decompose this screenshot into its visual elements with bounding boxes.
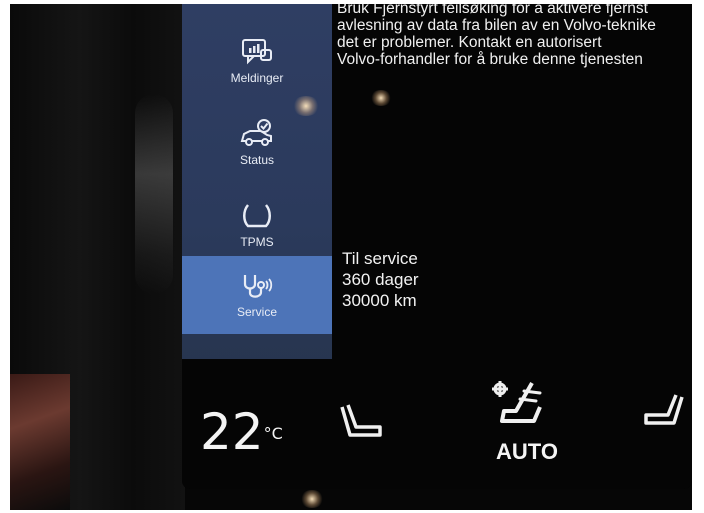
sidebar-item-label: TPMS (240, 235, 274, 249)
temperature-display[interactable]: 22°C (200, 407, 283, 457)
sidebar: Meldinger Status TPMS Service (182, 4, 332, 366)
service-distance: 30000 km (342, 291, 417, 310)
bezel-reflection (135, 94, 173, 294)
photo-frame: Meldinger Status TPMS Service Bruk Fjern… (10, 4, 692, 510)
car-status-icon (240, 119, 272, 146)
messages-icon (242, 39, 272, 65)
auto-button[interactable]: AUTO (496, 439, 558, 465)
sidebar-item-label: Service (236, 305, 277, 319)
sidebar-item-label: Meldinger (230, 71, 284, 85)
service-days: 360 dager (342, 270, 419, 289)
sidebar-item-tpms[interactable]: TPMS (182, 186, 332, 264)
trim-reflection (10, 374, 70, 510)
infotainment-screen: Meldinger Status TPMS Service Bruk Fjern… (182, 4, 692, 489)
temperature-unit: °C (263, 424, 283, 443)
info-line: Bruk Fjernstyrt feilsøking for å aktiver… (337, 4, 648, 17)
stethoscope-icon (243, 275, 273, 298)
tire-pressure-icon (243, 204, 271, 228)
light-reflection (300, 490, 324, 508)
sidebar-item-status[interactable]: Status (182, 104, 332, 182)
sidebar-item-service[interactable]: Service (182, 256, 332, 334)
light-reflection (370, 90, 392, 106)
sidebar-item-label: Status (239, 153, 275, 167)
seat-heat-right-icon[interactable] (638, 393, 690, 441)
service-info: Til service 360 dager 30000 km (342, 248, 419, 311)
info-line: det er problemer. Kontakt en autorisert (337, 34, 602, 51)
info-line: avlesning av data fra bilen av en Volvo-… (337, 17, 656, 34)
service-title: Til service (342, 249, 418, 268)
temperature-value: 22 (200, 403, 264, 461)
light-reflection (292, 96, 320, 116)
remote-diagnostics-text: Bruk Fjernstyrt feilsøking for å aktiver… (337, 4, 692, 68)
climate-bar: 22°C AUTO (182, 359, 692, 474)
seat-heat-left-icon[interactable] (334, 401, 386, 449)
airflow-seat-icon[interactable] (482, 377, 552, 439)
sidebar-item-meldinger[interactable]: Meldinger (182, 22, 332, 100)
info-line: Volvo-forhandler for å bruke denne tjene… (337, 51, 643, 68)
